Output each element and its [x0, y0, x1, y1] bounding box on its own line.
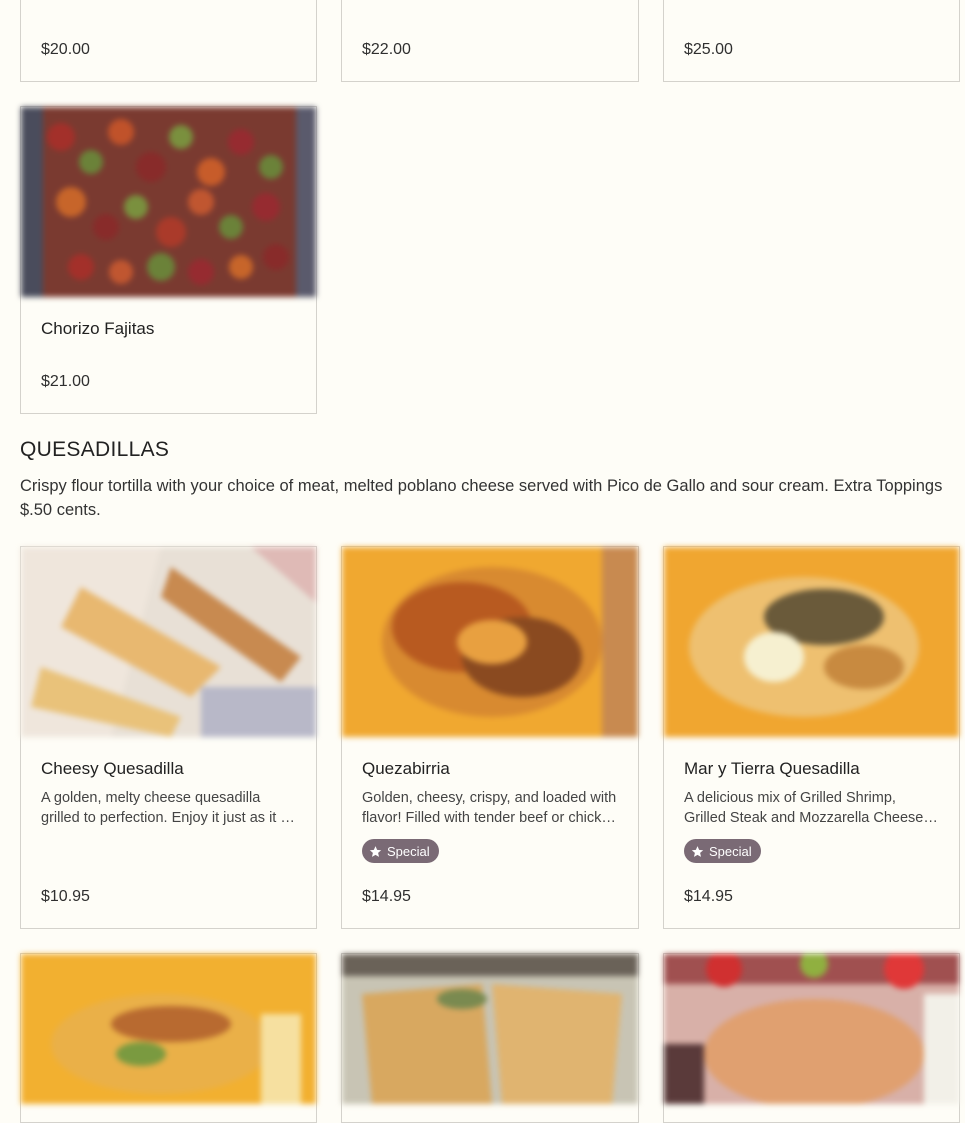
- menu-item-card[interactable]: [20, 953, 317, 1123]
- item-image: [21, 547, 316, 737]
- item-name: Quezabirria: [362, 759, 450, 778]
- item-image: [21, 954, 316, 1104]
- item-price: $10.95: [41, 888, 90, 905]
- item-image: [664, 954, 959, 1104]
- star-icon: [691, 845, 704, 857]
- item-image: [21, 107, 316, 297]
- item-name: Cheesy Quesadilla: [41, 759, 184, 778]
- badge-label: Special: [387, 843, 430, 859]
- item-price: $22.00: [362, 41, 411, 58]
- item-image: [342, 954, 638, 1104]
- item-price: $20.00: [41, 41, 90, 58]
- item-name: Chorizo Fajitas: [41, 319, 155, 338]
- section-description: Crispy flour tortilla with your choice o…: [20, 477, 943, 519]
- menu-item-card[interactable]: $22.00: [341, 0, 639, 82]
- item-description: A delicious mix of Grilled Shrimp, Grill…: [684, 790, 928, 826]
- item-description: A golden, melty cheese quesadilla grille…: [41, 790, 295, 826]
- item-price: $21.00: [41, 373, 90, 390]
- item-description: Golden, cheesy, crispy, and loaded with …: [362, 790, 618, 826]
- menu-item-card[interactable]: [341, 953, 639, 1123]
- item-price: $14.95: [362, 888, 411, 905]
- menu-item-card[interactable]: Quezabirria Golden, cheesy, crispy, and …: [341, 546, 639, 929]
- menu-item-card[interactable]: $20.00: [20, 0, 317, 82]
- special-badge: Special: [684, 839, 761, 863]
- item-price: $14.95: [684, 888, 733, 905]
- item-image: [342, 547, 638, 737]
- badge-label: Special: [709, 843, 752, 859]
- menu-item-card[interactable]: Chorizo Fajitas $21.00: [20, 106, 317, 414]
- section-title: QUESADILLAS: [20, 438, 170, 461]
- menu-item-card[interactable]: Mar y Tierra Quesadilla A delicious mix …: [663, 546, 960, 929]
- menu-item-card[interactable]: $25.00: [663, 0, 960, 82]
- item-name: Mar y Tierra Quesadilla: [684, 759, 860, 778]
- item-image: [664, 547, 959, 737]
- item-price: $25.00: [684, 41, 733, 58]
- special-badge: Special: [362, 839, 439, 863]
- star-icon: [369, 845, 382, 857]
- menu-item-card[interactable]: Cheesy Quesadilla A golden, melty cheese…: [20, 546, 317, 929]
- menu-item-card[interactable]: [663, 953, 960, 1123]
